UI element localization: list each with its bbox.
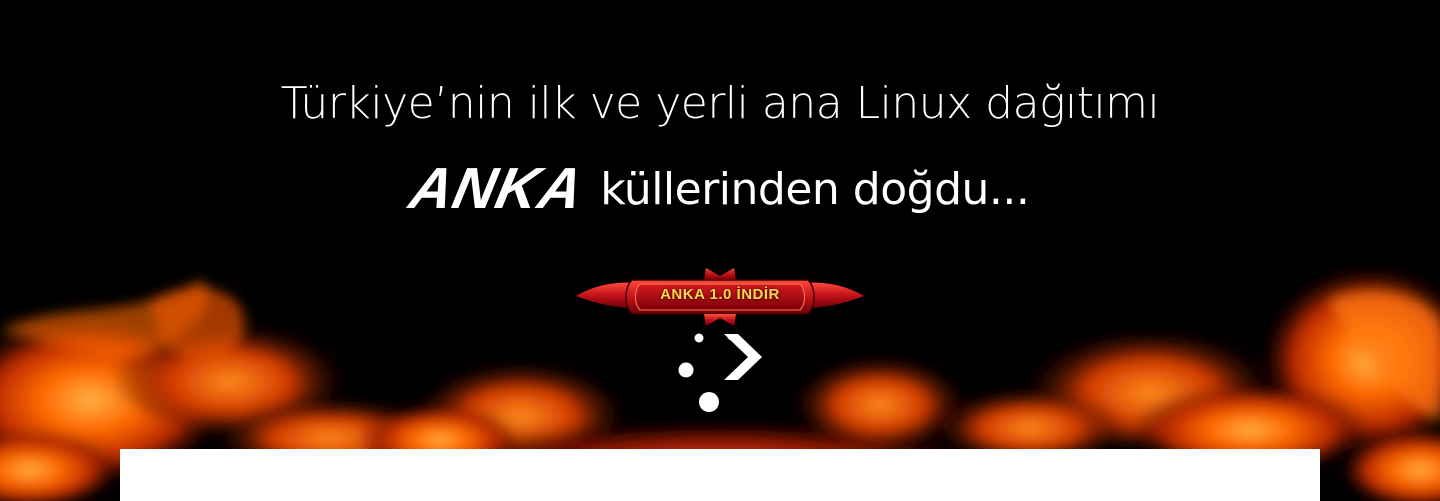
hero-tagline: ANKA küllerinden doğdu... [0, 156, 1440, 221]
tagline-text: küllerinden doğdu... [600, 163, 1030, 215]
content-panel [120, 449, 1320, 501]
flames-background [0, 265, 1440, 501]
download-button[interactable]: ANKA 1.0 İNDİR [576, 266, 864, 328]
download-button-label: ANKA 1.0 İNDİR [660, 286, 780, 303]
anka-logo-text: ANKA [403, 156, 590, 221]
chevron-right-dots-icon[interactable] [672, 326, 768, 420]
hero-headline: Türkiye’nin ilk ve yerli ana Linux dağıt… [280, 78, 1160, 129]
hero-banner: Türkiye’nin ilk ve yerli ana Linux dağıt… [0, 0, 1440, 501]
